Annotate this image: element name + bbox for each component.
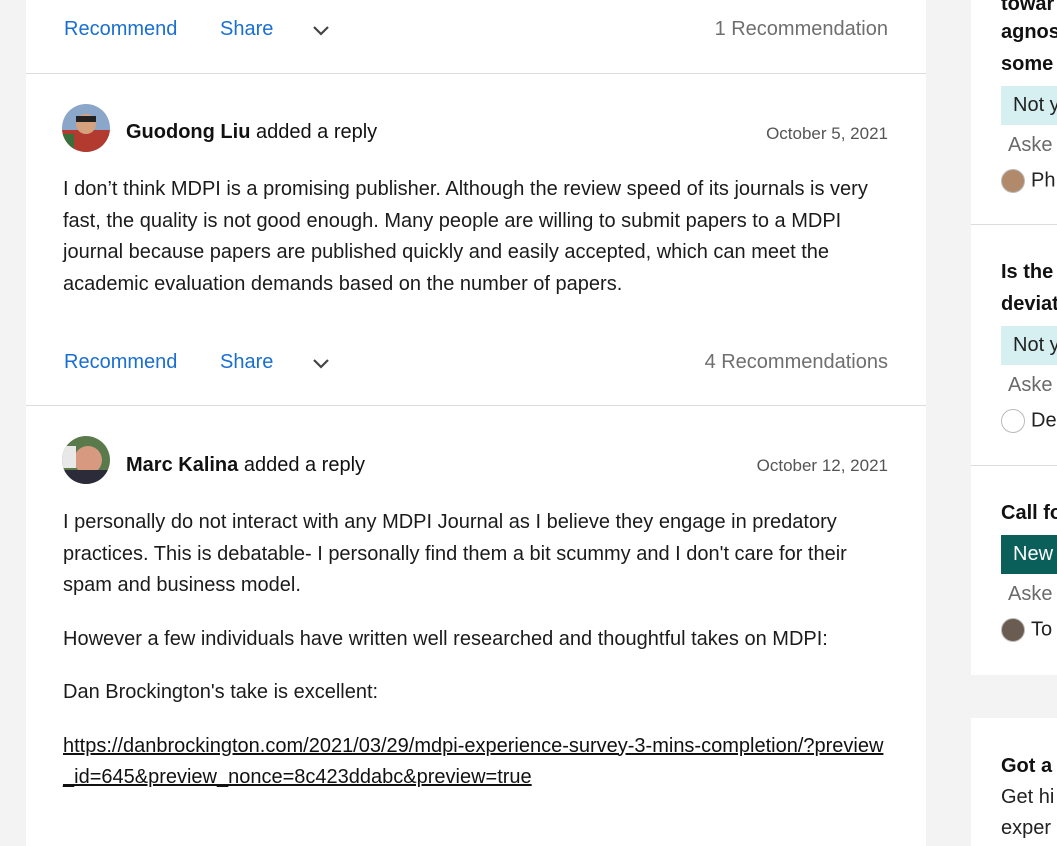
avatar [1001, 169, 1025, 193]
recommend-button[interactable]: Recommend [64, 15, 177, 43]
asker[interactable]: De [1001, 409, 1057, 433]
avatar[interactable] [62, 436, 110, 484]
reply-date: October 12, 2021 [756, 456, 888, 475]
reply-date: October 5, 2021 [766, 124, 888, 143]
asker[interactable]: Ph [1001, 169, 1055, 193]
promo-title[interactable]: Got a [1001, 750, 1052, 782]
recommend-button[interactable]: Recommend [64, 348, 177, 376]
promo-text: exper [1001, 817, 1052, 839]
divider [26, 405, 926, 406]
author-line: Guodong Liu added a reply [126, 118, 377, 146]
asker-name[interactable]: De [1031, 409, 1057, 431]
question-title[interactable]: agnos [1001, 16, 1057, 48]
related-questions-card: towar agnos some Not y Aske Ph Is the de… [971, 0, 1057, 675]
reply-action-text: added a reply [243, 454, 366, 476]
reply-paragraph: Dan Brockington's take is excellent: [63, 681, 379, 703]
asked-label: Aske [1008, 583, 1053, 605]
reply-actions: Recommend Share 4 Recommendations [64, 348, 888, 378]
recommendation-count[interactable]: 4 Recommendations [705, 348, 888, 376]
divider [971, 465, 1057, 466]
avatar[interactable] [62, 104, 110, 152]
author-line: Marc Kalina added a reply [126, 451, 365, 479]
question-title[interactable]: deviat [1001, 288, 1057, 320]
reply-actions: Recommend Share 1 Recommendation [64, 15, 888, 45]
avatar [1001, 618, 1025, 642]
external-link[interactable]: https://danbrockington.com/2021/03/29/md… [63, 735, 883, 789]
reply-paragraph: I don’t think MDPI is a promising publis… [63, 178, 868, 295]
share-button[interactable]: Share [220, 348, 273, 376]
share-button[interactable]: Share [220, 15, 273, 43]
asker-name[interactable]: To [1031, 618, 1052, 640]
asker-name[interactable]: Ph [1031, 169, 1055, 191]
author-name[interactable]: Marc Kalina [126, 454, 238, 476]
question-title[interactable]: Is the [1001, 256, 1053, 288]
promo-text: Get hi [1001, 786, 1055, 808]
chevron-down-icon[interactable] [310, 352, 332, 374]
status-badge: Not y [1001, 86, 1057, 125]
avatar [1001, 409, 1025, 433]
chevron-down-icon[interactable] [310, 19, 332, 41]
reply-body: I don’t think MDPI is a promising publis… [63, 174, 893, 322]
question-title[interactable]: some [1001, 48, 1053, 80]
question-title[interactable]: Call fo [1001, 497, 1057, 529]
reply-paragraph: I personally do not interact with any MD… [63, 511, 847, 596]
reply-body: I personally do not interact with any MD… [63, 507, 893, 816]
divider [26, 73, 926, 74]
recommendation-count[interactable]: 1 Recommendation [715, 15, 888, 43]
status-badge: Not y [1001, 326, 1057, 365]
asked-label: Aske [1008, 134, 1053, 156]
discussion-thread: Recommend Share 1 Recommendation Guodong… [26, 0, 926, 846]
reply-paragraph: https://danbrockington.com/2021/03/29/md… [63, 731, 893, 794]
asker[interactable]: To [1001, 618, 1052, 642]
reply-paragraph: However a few individuals have written w… [63, 627, 828, 650]
reply-action-text: added a reply [255, 121, 378, 143]
author-name[interactable]: Guodong Liu [126, 121, 250, 143]
divider [971, 224, 1057, 225]
status-badge: New [1001, 535, 1057, 574]
promo-card: Got a Get hi exper [971, 718, 1057, 846]
asked-label: Aske [1008, 374, 1053, 396]
